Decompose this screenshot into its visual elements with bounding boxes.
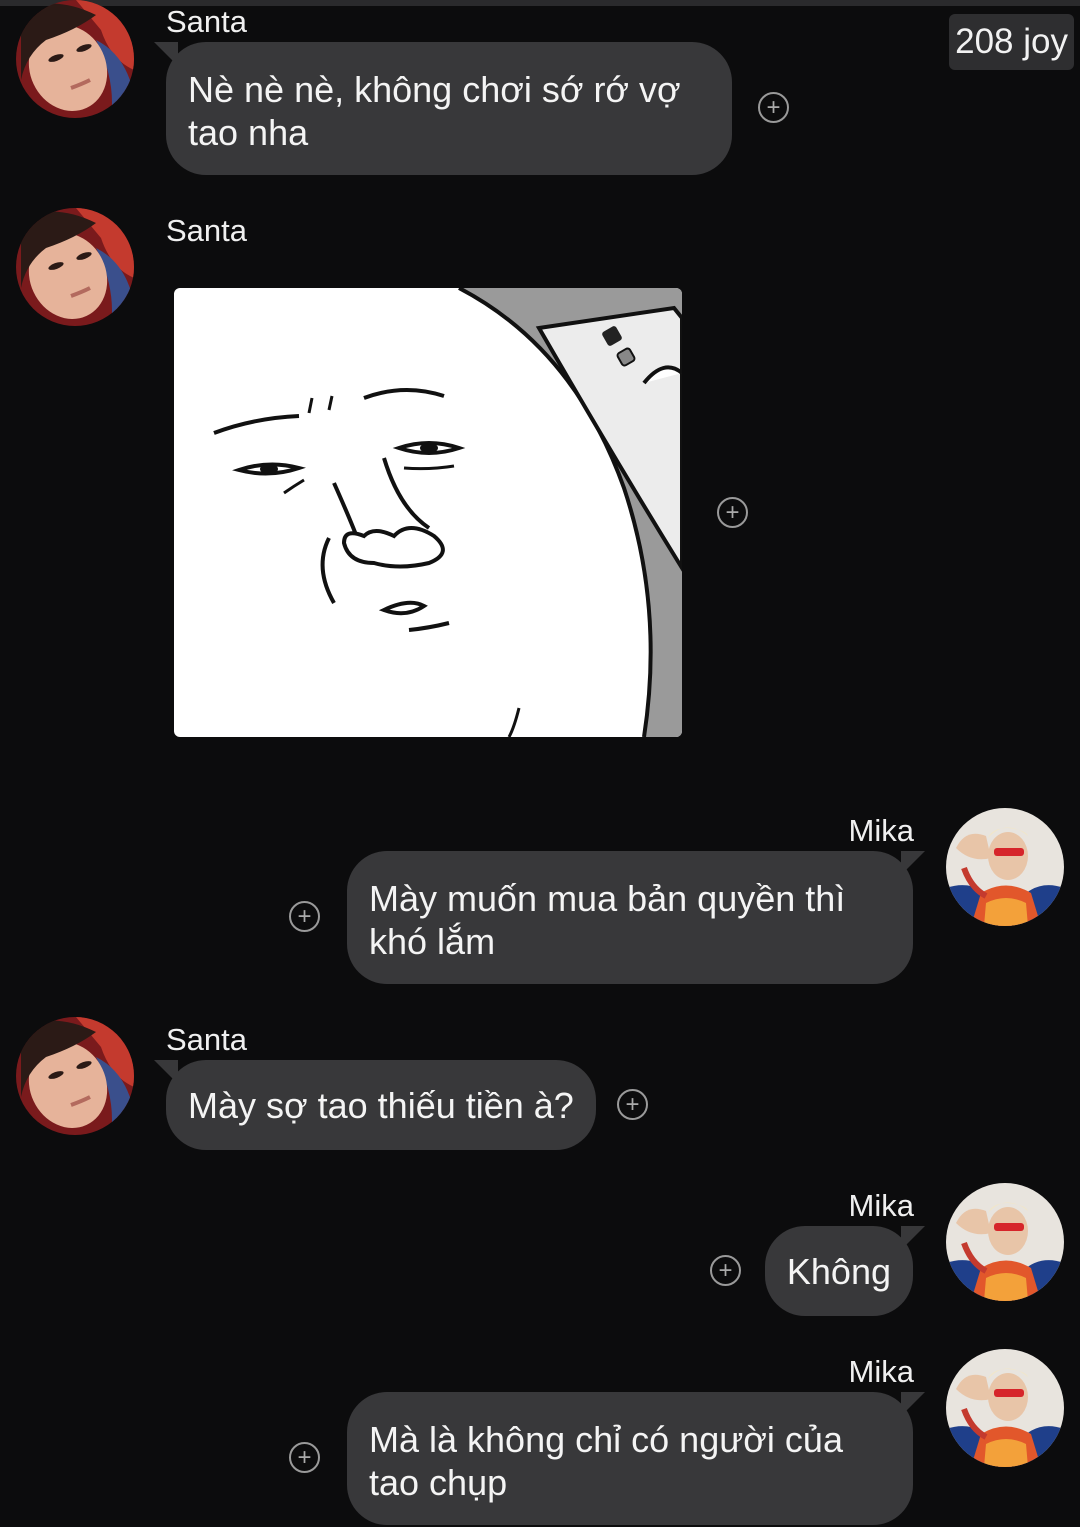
message-bubble[interactable]: Mày sợ tao thiếu tiền à?: [154, 1060, 596, 1150]
plus-circle-icon[interactable]: +: [717, 497, 748, 528]
points-badge[interactable]: 208 joy: [949, 14, 1074, 70]
avatar-mika[interactable]: [946, 808, 1064, 926]
bubble-tail: [154, 42, 178, 66]
sender-name: Mika: [848, 1188, 914, 1223]
sender-name: Santa: [166, 1022, 248, 1057]
top-divider: [0, 0, 1080, 6]
bubble-tail: [901, 1226, 925, 1250]
bubble-tail: [901, 851, 925, 875]
plus-circle-icon[interactable]: +: [289, 901, 320, 932]
sender-name: Mika: [848, 1354, 914, 1389]
message-text: Không: [786, 1251, 891, 1292]
sticker-image[interactable]: [174, 288, 682, 737]
avatar-mika[interactable]: [946, 1183, 1064, 1301]
bubble-tail: [901, 1392, 925, 1416]
message-text: Nè nè nè, không chơi sớ rớ vợ tao nha: [188, 69, 681, 153]
message-text: Mày muốn mua bản quyền thì khó lắm: [369, 878, 846, 962]
sender-name: Santa: [166, 213, 248, 248]
avatar-santa[interactable]: [16, 208, 134, 326]
message-bubble[interactable]: Không: [764, 1226, 925, 1316]
message-bubble[interactable]: Mà là không chỉ có người của tao chụp: [347, 1392, 925, 1525]
avatar-santa[interactable]: [16, 1017, 134, 1135]
sender-name: Mika: [848, 813, 914, 848]
message-text: Mà là không chỉ có người của tao chụp: [369, 1419, 843, 1503]
plus-circle-icon[interactable]: +: [289, 1442, 320, 1473]
bubble-tail: [154, 1060, 178, 1084]
plus-circle-icon[interactable]: +: [758, 92, 789, 123]
message-bubble[interactable]: Nè nè nè, không chơi sớ rớ vợ tao nha: [154, 42, 732, 175]
avatar-santa[interactable]: [16, 0, 134, 118]
message-text: Mày sợ tao thiếu tiền à?: [188, 1085, 574, 1126]
plus-circle-icon[interactable]: +: [710, 1255, 741, 1286]
avatar-mika[interactable]: [946, 1349, 1064, 1467]
message-bubble[interactable]: Mày muốn mua bản quyền thì khó lắm: [347, 851, 925, 984]
plus-circle-icon[interactable]: +: [617, 1089, 648, 1120]
sender-name: Santa: [166, 4, 248, 39]
